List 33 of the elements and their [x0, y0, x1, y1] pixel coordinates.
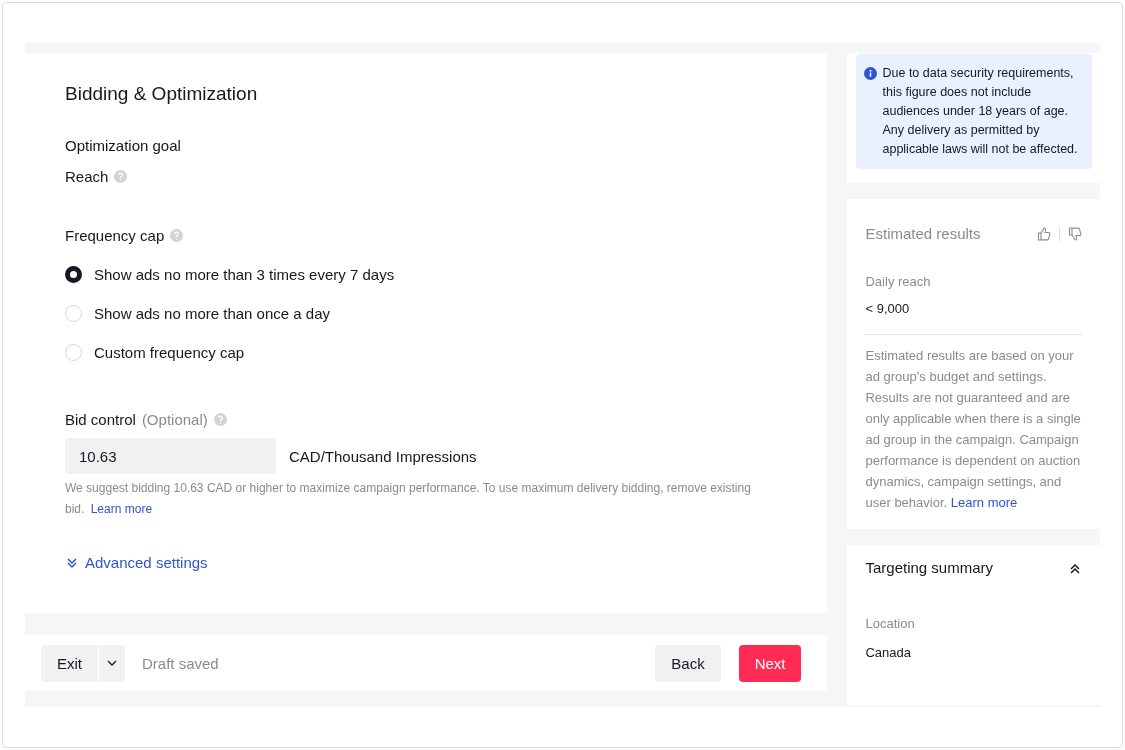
thumbs-up-icon[interactable]: [1037, 226, 1051, 241]
radio-option[interactable]: Show ads no more than 3 times every 7 days: [65, 266, 395, 283]
disclaimer-text: Estimated results are based on your ad group's budget and settings. Results are not guaranteed and are only applicable when there is a single ad group in the campaign. Campaign performance is dependent on auction dynamics, campaign settings, and user behavior. Learn more: [865, 347, 1082, 512]
field-label: Bid control: [65, 411, 136, 428]
notice-text: Due to data security requirements, this figure does not include audiences under 18 years of age. Any delivery as permitted by applicable laws will not be affected.: [882, 65, 1079, 158]
field-value: Reach: [65, 168, 109, 185]
bid-input-field[interactable]: 10.63: [65, 438, 276, 474]
thumbs-down-icon[interactable]: [1068, 226, 1082, 241]
learn-more-link[interactable]: Learn more: [950, 495, 1018, 510]
draft-status: Draft saved: [142, 654, 220, 672]
section-title: Bidding & Optimization: [65, 83, 259, 105]
field-label: Optimization goal: [65, 137, 181, 154]
info-icon: [864, 67, 878, 80]
back-button[interactable]: Back: [655, 644, 721, 682]
radio-option[interactable]: Custom frequency cap: [65, 344, 245, 361]
card-title: Targeting summary: [865, 559, 994, 576]
learn-more-link[interactable]: Learn more: [90, 502, 153, 516]
summary-value: Canada: [865, 645, 913, 660]
expand-chevron-icon[interactable]: [65, 555, 79, 570]
caret-icon: [107, 660, 117, 666]
field-label: Frequency cap: [65, 227, 165, 244]
next-button[interactable]: Next: [738, 644, 802, 682]
radio-option[interactable]: Show ads no more than once a day: [65, 305, 330, 322]
metric-value: < 9,000: [865, 301, 910, 316]
advanced-settings-link[interactable]: Advanced settings: [65, 554, 208, 571]
radio-button[interactable]: [65, 266, 82, 283]
metric-label: Daily reach: [865, 274, 932, 289]
exit-button[interactable]: Exit: [41, 644, 98, 682]
summary-label: Location: [865, 616, 916, 631]
card-title: Estimated results: [865, 225, 981, 242]
unit-label: CAD/Thousand Impressions: [289, 447, 477, 465]
optional-label: (Optional): [141, 411, 208, 428]
hint-text: We suggest bidding 10.63 CAD or higher to maximize campaign performance. To use maximum delivery bidding, remove existing bid. Learn more: [65, 480, 752, 518]
